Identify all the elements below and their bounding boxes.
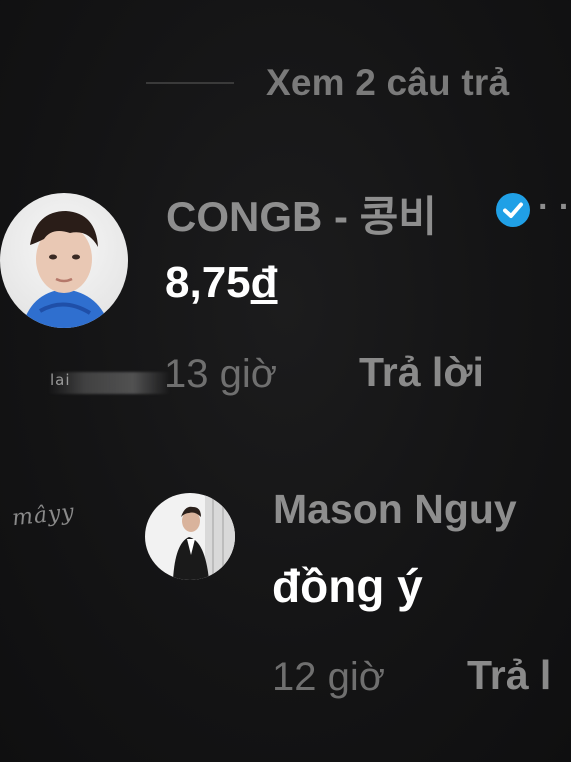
overlay-text: lai [50,371,71,389]
comment-username[interactable]: Mason Nguy [273,486,517,533]
comment-text: đồng ý [272,560,423,612]
comment-username[interactable]: CONGB - 콩비 [166,183,437,244]
comment-text: 8,75đ [165,258,278,307]
verified-badge-icon [496,193,530,227]
avatar-photo-icon [145,493,235,580]
avatar-photo-icon [0,193,128,328]
reply-button[interactable]: Trả lời [359,349,484,396]
more-dots-icon[interactable]: · · [538,188,570,227]
watermark: mâyy [10,499,76,532]
comment-timestamp: 13 giờ [164,352,277,396]
avatar[interactable] [0,193,128,328]
reply-button[interactable]: Trả l [467,652,551,699]
avatar[interactable] [145,493,235,580]
currency-sign: đ [250,258,278,307]
comment-timestamp: 12 giờ [272,655,385,699]
replies-divider [146,82,234,84]
view-replies-link[interactable]: Xem 2 câu trả [266,62,509,104]
comment-thread-screen: Xem 2 câu trả CONGB - 콩비 · · 8,75đ 13 gi… [0,0,571,762]
